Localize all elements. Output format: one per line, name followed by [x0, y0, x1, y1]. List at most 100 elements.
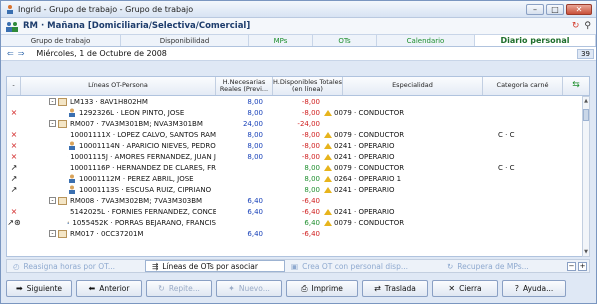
lineas-ots-asociar-button[interactable]: ⇶ Líneas de OTs por asociar [145, 260, 285, 272]
person-icon [69, 108, 75, 117]
ayuda-button[interactable]: ? Ayuda... [502, 280, 566, 297]
imprime-button[interactable]: ⎙ Imprime [286, 280, 358, 297]
scroll-thumb[interactable] [583, 109, 589, 121]
person-icon [69, 174, 75, 183]
hours-needed: 8,00 [247, 97, 263, 106]
col-hnecesarias-header[interactable]: H.Necesarias Reales (Previ... [216, 77, 273, 95]
col-categoria-header[interactable]: Categoría carné [483, 77, 563, 95]
window-close-button[interactable]: ✕ [566, 3, 592, 15]
table-row[interactable]: × 10001114N · APARICIO NIEVES, PEDRO 8,00 -… [7, 140, 582, 151]
col-especialidad-header[interactable]: Especialidad [343, 77, 483, 95]
route-icon [58, 97, 67, 106]
table-row[interactable]: - RM017 · 0CC37201M 6,40 -6,40 [7, 228, 582, 239]
tab-calendario[interactable]: Calendario [377, 35, 475, 46]
table-row[interactable]: ↗⊛ 1055452K · PORRAS BEJARANO, FRANCIS 6,4… [7, 217, 582, 228]
scroll-down-icon[interactable]: ▼ [583, 249, 589, 255]
tab-grupo-de-trabajo[interactable]: Grupo de trabajo [1, 35, 121, 46]
warning-icon [324, 219, 332, 226]
tab-ots[interactable]: OTs [313, 35, 377, 46]
hours-available: 8,00 [304, 163, 320, 172]
hours-needed: 8,00 [247, 141, 263, 150]
recupera-mps-button[interactable]: ↻ Recupera de MPs... [441, 260, 567, 272]
table-row[interactable]: × 5142025L · FORNIES FERNANDEZ, CONCE 6,40… [7, 206, 582, 217]
create-icon: ▣ [291, 261, 299, 271]
maximize-button[interactable]: □ [546, 3, 564, 15]
table-row[interactable]: × 10001111X · LOPEZ CALVO, SANTOS RAM 8,00… [7, 129, 582, 140]
title-bar: Ingrid - Grupo de trabajo - Grupo de tra… [1, 1, 596, 18]
especialidad: 0241 · OPERARIO [334, 185, 395, 194]
refresh-icon: ↻ [447, 261, 454, 271]
col-hdisponibles-header[interactable]: H.Disponibles Totales (en línea) [273, 77, 343, 95]
vertical-scrollbar[interactable]: ▲ ▼ [582, 96, 590, 257]
siguiente-button[interactable]: ➡ Siguiente [6, 280, 72, 297]
column-chooser-icon[interactable]: ⇆ [563, 77, 589, 95]
collapse-toggle-icon[interactable]: - [49, 98, 56, 105]
table-row[interactable]: × 10001115J · AMORES FERNANDEZ, JUAN J 8,0… [7, 151, 582, 162]
table-row[interactable]: × 1292326L · LEON PINTO, JOSE 8,00 -8,00 007… [7, 107, 582, 118]
collapse-toggle-icon[interactable]: - [49, 120, 56, 127]
especialidad: 0241 · OPERARIO [334, 152, 395, 161]
row-status-icon: × [10, 152, 18, 161]
button-bar: ➡ Siguiente ⬅ Anterior ↻ Repite... ✦ Nuevo... ⎙ I… [6, 280, 590, 298]
row-label: RM008 · 7VA3M302BM; 7VA3M303BM [70, 196, 203, 205]
refresh-icon[interactable]: ↻ [572, 21, 580, 31]
hours-needed: 6,40 [247, 196, 263, 205]
table-row[interactable]: - RM007 · 7VA3M301BM; NVA3M301BM 24,00 -24,… [7, 118, 582, 129]
help-icon: ? [514, 284, 519, 293]
row-label: 10001115J · AMORES FERNANDEZ, JUAN J [70, 152, 216, 161]
minimize-button[interactable]: – [526, 3, 544, 15]
group-icon [6, 21, 18, 32]
row-label: 10001112M · PEREZ ABRIL, JOSE [79, 174, 194, 183]
collapse-toggle-icon[interactable]: - [49, 230, 56, 237]
warning-icon [324, 208, 332, 215]
date-nav-arrows-icon[interactable]: ⇐⇒ [7, 49, 28, 58]
group-title: RM · Mañana [Domiciliaria/Selectiva/Come… [23, 21, 251, 31]
table-row[interactable]: ↗ 10001116P · HERNANDEZ DE CLARES, FR/8,0… [7, 162, 582, 173]
collapse-toggle-icon[interactable]: - [49, 197, 56, 204]
button-label: Imprime [311, 284, 343, 293]
especialidad: 0079 · CONDUCTOR [334, 130, 405, 139]
expand-all-icon[interactable]: + [578, 261, 587, 271]
nuevo-button[interactable]: ✦ Nuevo... [216, 280, 282, 297]
tab-mps[interactable]: MPs [249, 35, 313, 46]
button-label: Repite... [168, 284, 200, 293]
especialidad: 0079 · CONDUCTOR [334, 218, 405, 227]
route-icon [58, 196, 67, 205]
cierra-button[interactable]: ✕ Cierra [432, 280, 498, 297]
table-row[interactable]: ↗ 10001113S · ESCUSA RUIZ, CIPRIANO 8,00 02… [7, 184, 582, 195]
table-row[interactable]: - LM133 · 8AV1H802HM 8,00 -8,00 [7, 96, 582, 107]
reasigna-horas-button[interactable]: ◴ Reasigna horas por OT... [7, 260, 145, 272]
app-icon [7, 5, 13, 14]
date-bar: ⇐⇒ Miércoles, 1 de Octubre de 2008 39 [1, 47, 596, 61]
col-lineas-header[interactable]: Líneas OT-Persona [21, 77, 216, 95]
hours-available: -6,40 [301, 196, 320, 205]
row-status-icon: ↗⊛ [7, 218, 21, 227]
row-label: 1055452K · PORRAS BEJARANO, FRANCIS [72, 218, 216, 227]
arrow-left-icon: ⬅ [88, 284, 96, 293]
button-label: Anterior [99, 284, 130, 293]
person-icon [67, 221, 70, 224]
repite-button[interactable]: ↻ Repite... [146, 280, 212, 297]
tab-diario-personal[interactable]: Diario personal [475, 35, 596, 46]
row-label: 5142025L · FORNIES FERNANDEZ, CONCE [70, 207, 216, 216]
crea-ot-button[interactable]: ▣ Crea OT con personal disp... [285, 260, 441, 272]
collapse-all-icon[interactable]: − [567, 261, 576, 271]
binoculars-icon[interactable]: ⚲ [584, 21, 591, 31]
warning-icon [324, 109, 332, 116]
row-status-icon: ↗ [10, 163, 18, 172]
current-date: Miércoles, 1 de Octubre de 2008 [36, 49, 167, 58]
table-row[interactable]: - RM008 · 7VA3M302BM; 7VA3M303BM 6,40 -6,40 [7, 195, 582, 206]
traslada-button[interactable]: ⇄ Traslada [362, 280, 428, 297]
categoria-carne: C · C [498, 130, 515, 139]
anterior-button[interactable]: ⬅ Anterior [76, 280, 142, 297]
tab-disponibilidad[interactable]: Disponibilidad [121, 35, 249, 46]
especialidad: 0079 · CONDUCTOR [334, 108, 405, 117]
col-marker-header[interactable]: - [7, 77, 21, 95]
hours-available: -24,00 [297, 119, 320, 128]
hours-available: -8,00 [301, 108, 320, 117]
scroll-up-icon[interactable]: ▲ [583, 98, 589, 104]
table-row[interactable]: ↗ 10001112M · PEREZ ABRIL, JOSE 8,00 0264 ·… [7, 173, 582, 184]
grid-header: - Líneas OT-Persona H.Necesarias Reales … [6, 76, 590, 96]
categoria-carne: C · C [498, 163, 515, 172]
button-label: Ayuda... [522, 284, 554, 293]
